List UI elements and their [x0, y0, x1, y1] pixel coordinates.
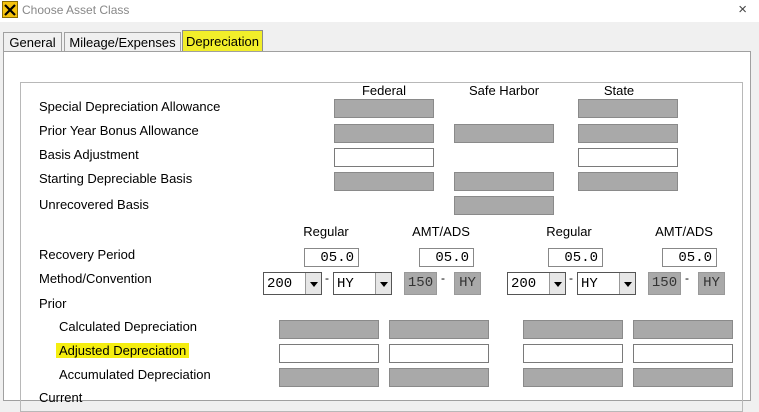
chevron-down-icon[interactable] — [549, 273, 565, 294]
label-calculated-depreciation: Calculated Depreciation — [59, 319, 198, 334]
starting-basis-federal-field — [334, 172, 434, 191]
accumulated-depreciation-federal-amt — [389, 368, 489, 387]
label-accumulated-depreciation: Accumulated Depreciation — [59, 367, 211, 382]
recovery-period-state-regular-input[interactable]: 05.0 — [548, 248, 603, 267]
subheader-state-regular: Regular — [546, 224, 592, 239]
accumulated-depreciation-state-amt — [633, 368, 733, 387]
starting-basis-safe-harbor-field — [454, 172, 554, 191]
prior-bonus-state-field — [578, 124, 678, 143]
label-special-depreciation-allowance: Special Depreciation Allowance — [39, 99, 221, 114]
federal-regular-convention-select[interactable]: HY — [333, 272, 392, 295]
calculated-depreciation-state-regular — [523, 320, 623, 339]
header-safe-harbor: Safe Harbor — [468, 83, 540, 98]
recovery-period-state-amt-input[interactable]: 05.0 — [662, 248, 717, 267]
tab-general[interactable]: General — [3, 32, 62, 51]
accumulated-depreciation-state-regular — [523, 368, 623, 387]
label-starting-depreciable-basis: Starting Depreciable Basis — [39, 171, 193, 186]
label-unrecovered-basis: Unrecovered Basis — [39, 197, 149, 212]
starting-basis-state-field — [578, 172, 678, 191]
state-amt-convention-field: HY — [698, 272, 725, 295]
separator-dash: - — [569, 271, 573, 285]
tab-depreciation[interactable]: Depreciation — [182, 30, 263, 52]
subheader-federal-amt-ads: AMT/ADS — [412, 224, 470, 239]
subheader-state-amt-ads: AMT/ADS — [655, 224, 713, 239]
accumulated-depreciation-federal-regular — [279, 368, 379, 387]
state-regular-method-select[interactable]: 200 — [507, 272, 566, 295]
federal-regular-method-select[interactable]: 200 — [263, 272, 322, 295]
title-bar: Choose Asset Class × — [0, 0, 759, 22]
adjusted-depreciation-state-amt-input[interactable] — [633, 344, 733, 363]
calculated-depreciation-state-amt — [633, 320, 733, 339]
prior-bonus-federal-field — [334, 124, 434, 143]
app-icon — [2, 1, 18, 18]
header-federal: Federal — [361, 83, 407, 98]
recovery-period-federal-amt-input[interactable]: 05.0 — [419, 248, 474, 267]
separator-dash: - — [325, 271, 329, 285]
label-method-convention: Method/Convention — [39, 271, 152, 286]
adjusted-depreciation-state-regular-input[interactable] — [523, 344, 623, 363]
adjusted-depreciation-federal-regular-input[interactable] — [279, 344, 379, 363]
special-allowance-federal-field — [334, 99, 434, 118]
adjusted-depreciation-highlight: Adjusted Depreciation — [56, 343, 190, 358]
separator-dash: - — [441, 271, 445, 285]
header-state: State — [603, 83, 635, 98]
label-current: Current — [39, 390, 83, 405]
prior-bonus-safe-harbor-field — [454, 124, 554, 143]
label-recovery-period: Recovery Period — [39, 247, 136, 262]
federal-regular-convention-value: HY — [337, 276, 354, 292]
label-prior: Prior — [39, 296, 67, 311]
federal-regular-method-value: 200 — [267, 276, 293, 292]
adjusted-depreciation-federal-amt-input[interactable] — [389, 344, 489, 363]
close-icon[interactable]: × — [738, 1, 747, 18]
chevron-down-icon[interactable] — [305, 273, 321, 294]
tab-mileage-expenses[interactable]: Mileage/Expenses — [64, 32, 181, 51]
label-adjusted-depreciation: Adjusted Depreciation — [56, 343, 190, 358]
separator-dash: - — [685, 271, 689, 285]
calculated-depreciation-federal-amt — [389, 320, 489, 339]
special-allowance-state-field — [578, 99, 678, 118]
recovery-period-federal-regular-input[interactable]: 05.0 — [304, 248, 359, 267]
depreciation-panel: Federal Safe Harbor State Special Deprec… — [3, 51, 751, 412]
label-basis-adjustment: Basis Adjustment — [39, 147, 139, 162]
chevron-down-icon[interactable] — [619, 273, 635, 294]
state-regular-convention-value: HY — [581, 276, 598, 292]
subheader-federal-regular: Regular — [303, 224, 349, 239]
calculated-depreciation-federal-regular — [279, 320, 379, 339]
window-title: Choose Asset Class — [22, 3, 130, 17]
tab-strip: General Mileage/Expenses Depreciation — [0, 30, 759, 52]
federal-amt-convention-field: HY — [454, 272, 481, 295]
state-regular-convention-select[interactable]: HY — [577, 272, 636, 295]
basis-adjustment-federal-input[interactable] — [334, 148, 434, 167]
federal-amt-method-field: 150 — [404, 272, 437, 295]
chevron-down-icon[interactable] — [375, 273, 391, 294]
label-prior-year-bonus-allowance: Prior Year Bonus Allowance — [39, 123, 199, 138]
state-amt-method-field: 150 — [648, 272, 681, 295]
state-regular-method-value: 200 — [511, 276, 537, 292]
unrecovered-basis-safe-harbor-field — [454, 196, 554, 215]
basis-adjustment-state-input[interactable] — [578, 148, 678, 167]
